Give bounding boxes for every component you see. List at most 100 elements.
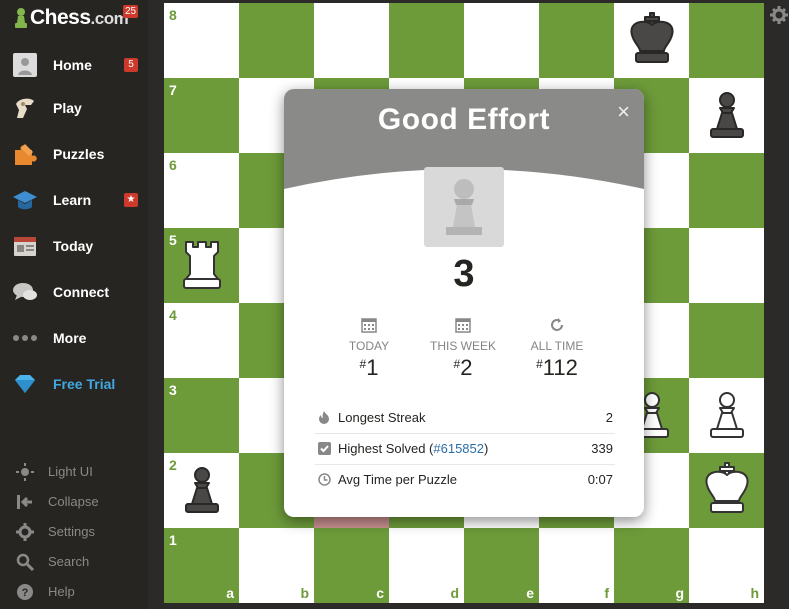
white-rook-icon[interactable] (174, 236, 230, 292)
sidebar-item-learn[interactable]: Learn ★ (0, 180, 148, 220)
square-a2[interactable]: 2 (164, 453, 239, 528)
sidebar-item-label: Today (53, 238, 94, 254)
modal-title: Good Effort (377, 103, 551, 136)
square-h2[interactable] (689, 453, 764, 528)
row-value: 339 (591, 441, 613, 456)
puzzle-result-modal: Good Effort × 3 TODAY #1 THIS WEEK #2 AL… (284, 89, 644, 517)
square-h6[interactable] (689, 153, 764, 228)
black-king-icon[interactable] (624, 11, 680, 67)
square-h4[interactable] (689, 303, 764, 378)
rank-label: 1 (169, 532, 177, 548)
file-label: e (526, 585, 534, 601)
stat-value: #1 (359, 355, 379, 380)
square-a8[interactable]: 8 (164, 3, 239, 78)
square-f8[interactable] (539, 3, 614, 78)
file-label: a (226, 585, 234, 601)
square-a4[interactable]: 4 (164, 303, 239, 378)
close-icon[interactable]: × (617, 101, 630, 123)
chess-com-logo[interactable]: Chess.com (14, 4, 129, 32)
square-c1[interactable]: c (314, 528, 389, 603)
sidebar-item-label: Light UI (48, 464, 93, 479)
sidebar-item-settings[interactable]: Settings (0, 520, 148, 544)
square-h5[interactable] (689, 228, 764, 303)
sidebar-item-help[interactable]: ? Help (0, 580, 148, 604)
sidebar-item-search[interactable]: Search (0, 550, 148, 574)
notification-badge: 25 (123, 5, 139, 18)
row-value: 2 (605, 410, 613, 425)
clock-icon (318, 473, 331, 486)
square-f1[interactable]: f (539, 528, 614, 603)
square-h8[interactable] (689, 3, 764, 78)
puzzle-link[interactable]: #615852 (433, 441, 484, 456)
square-b8[interactable] (239, 3, 314, 78)
square-d1[interactable]: d (389, 528, 464, 603)
square-a6[interactable]: 6 (164, 153, 239, 228)
rank-label: 8 (169, 7, 177, 23)
file-label: h (750, 585, 759, 601)
puzzle-score: 3 (453, 253, 475, 295)
sidebar-item-collapse[interactable]: Collapse (0, 490, 148, 514)
sidebar-item-connect[interactable]: Connect (0, 272, 148, 312)
square-e1[interactable]: e (464, 528, 539, 603)
square-h3[interactable] (689, 378, 764, 453)
sidebar-item-label: More (53, 330, 87, 346)
sidebar-item-play[interactable]: Play (0, 88, 148, 128)
diamond-icon (15, 375, 35, 393)
square-d8[interactable] (389, 3, 464, 78)
row-label: Avg Time per Puzzle (338, 472, 457, 487)
help-icon: ? (17, 584, 33, 600)
stat-all-time: ALL TIME #112 (512, 317, 602, 381)
file-label: c (376, 585, 384, 601)
board-settings-gear-icon[interactable] (770, 6, 788, 24)
square-g1[interactable]: g (614, 528, 689, 603)
newspaper-icon (14, 237, 36, 256)
square-h7[interactable] (689, 78, 764, 153)
play-hand-icon (16, 98, 34, 118)
sidebar: Chess.com 25 Home 5 Play Puzzles Learn ★… (0, 0, 148, 609)
white-pawn-icon[interactable] (699, 386, 755, 442)
rank-label: 4 (169, 307, 177, 323)
square-h1[interactable]: h (689, 528, 764, 603)
square-a3[interactable]: 3 (164, 378, 239, 453)
square-a1[interactable]: 1a (164, 528, 239, 603)
sidebar-item-label: Search (48, 554, 90, 569)
sidebar-item-more[interactable]: More (0, 318, 148, 358)
sidebar-item-label: Collapse (48, 494, 99, 509)
sidebar-item-free-trial[interactable]: Free Trial (0, 364, 148, 404)
sun-icon (16, 463, 34, 481)
rank-label: 3 (169, 382, 177, 398)
svg-text:?: ? (22, 587, 29, 599)
home-badge: 5 (124, 58, 138, 72)
square-b1[interactable]: b (239, 528, 314, 603)
puzzle-stats-list: Longest Streak 2 Highest Solved (#615852… (315, 403, 615, 495)
stat-this-week: THIS WEEK #2 (418, 317, 508, 381)
stat-label: THIS WEEK (429, 339, 496, 353)
sidebar-item-label: Play (53, 100, 82, 116)
stat-row-longest-streak: Longest Streak 2 (315, 403, 615, 434)
row-label: Longest Streak (338, 410, 426, 425)
sidebar-item-label: Connect (53, 284, 109, 300)
sidebar-item-puzzles[interactable]: Puzzles (0, 134, 148, 174)
square-a7[interactable]: 7 (164, 78, 239, 153)
square-e8[interactable] (464, 3, 539, 78)
square-a5[interactable]: 5 (164, 228, 239, 303)
sidebar-item-home[interactable]: Home 5 (0, 45, 148, 85)
rank-label: 6 (169, 157, 177, 173)
square-g8[interactable] (614, 3, 689, 78)
flame-icon (319, 411, 329, 424)
square-c8[interactable] (314, 3, 389, 78)
sidebar-item-today[interactable]: Today (0, 226, 148, 266)
collapse-arrow-icon (17, 495, 32, 509)
learn-badge: ★ (124, 193, 138, 207)
stat-label: TODAY (348, 339, 390, 353)
black-pawn-icon[interactable] (699, 86, 755, 142)
sidebar-item-light-ui[interactable]: Light UI (0, 460, 148, 484)
gear-icon (16, 523, 34, 541)
white-king-icon[interactable] (699, 461, 755, 517)
puzzle-icon (15, 144, 37, 165)
calendar-icon (361, 318, 377, 333)
black-pawn-icon[interactable] (174, 461, 230, 517)
search-icon (16, 553, 34, 571)
avatar-icon (13, 53, 37, 77)
file-label: f (604, 585, 609, 601)
